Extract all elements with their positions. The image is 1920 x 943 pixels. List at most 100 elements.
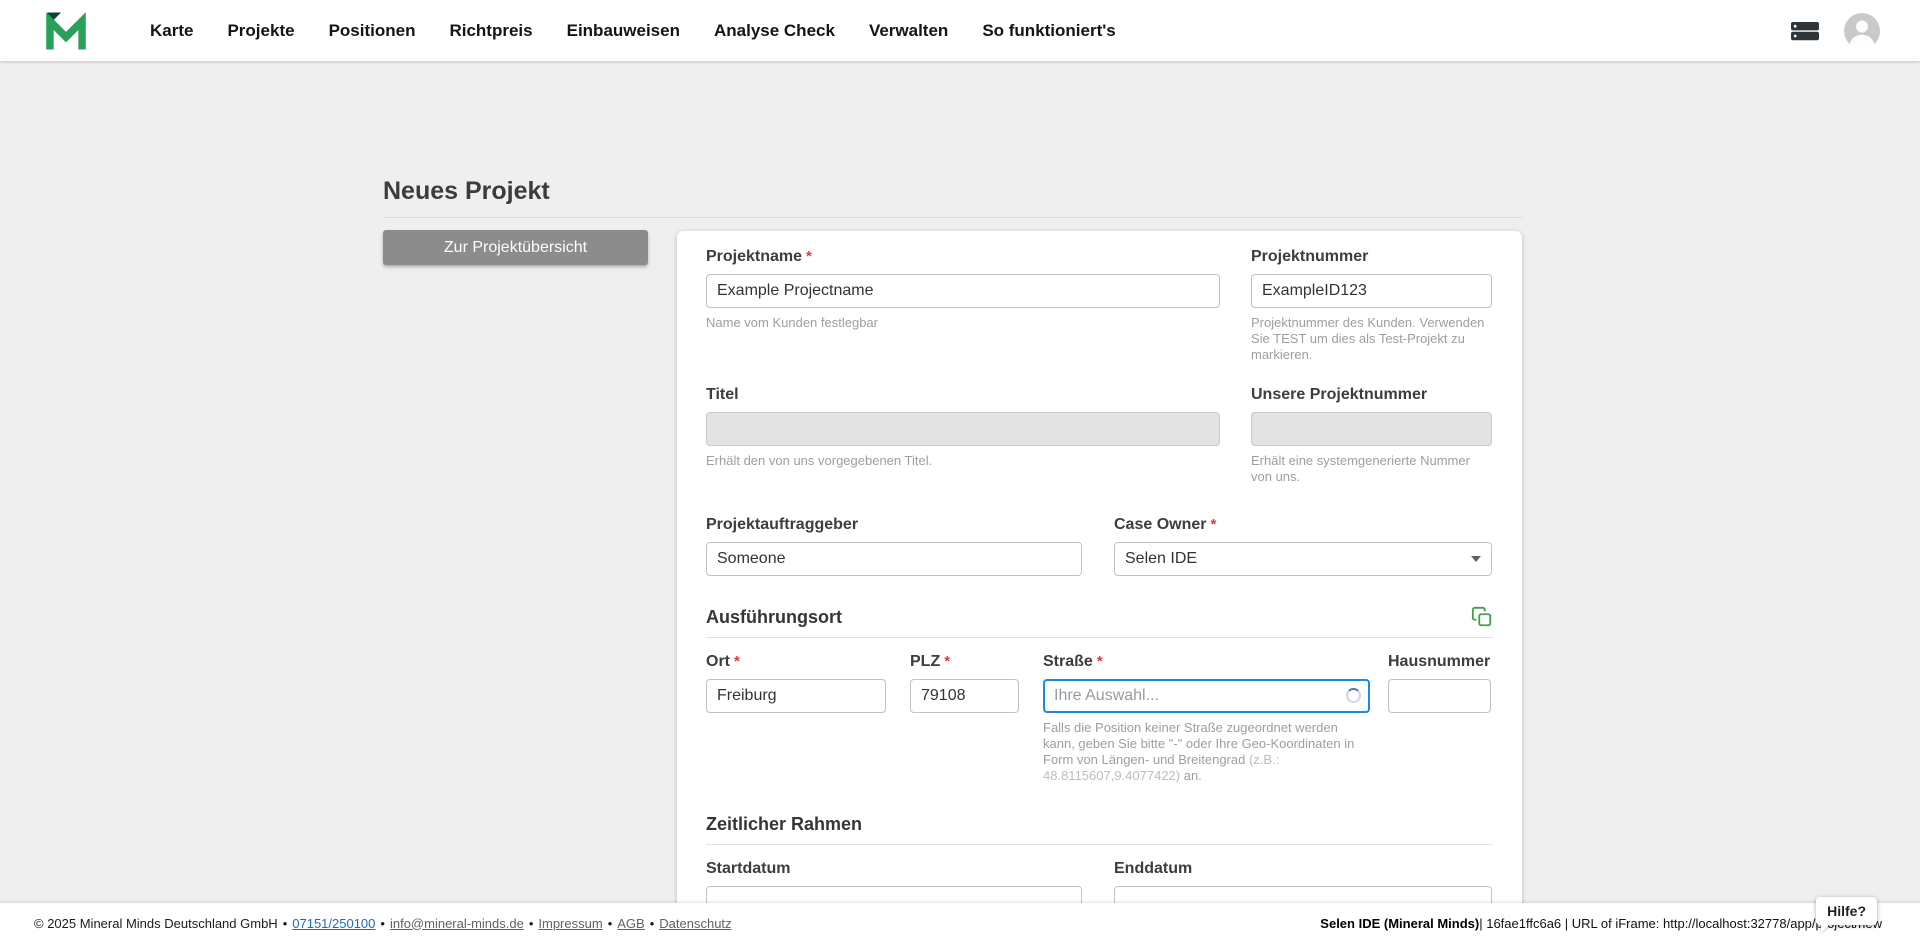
footer-copyright: © 2025 Mineral Minds Deutschland GmbH <box>34 916 278 931</box>
titel-label-text: Titel <box>706 385 739 404</box>
field-projektnummer: Projektnummer Projektnummer des Kunden. … <box>1251 247 1492 363</box>
titel-helper: Erhält den von uns vorgegebenen Titel. <box>706 453 1220 469</box>
help-button[interactable]: Hilfe? <box>1816 897 1877 925</box>
case-owner-select[interactable]: Selen IDE <box>1114 542 1492 576</box>
plz-label: PLZ * <box>910 652 1019 671</box>
projektauftraggeber-label: Projektauftraggeber <box>706 515 1082 534</box>
projektauftraggeber-label-text: Projektauftraggeber <box>706 515 858 534</box>
field-unsere-projektnummer: Unsere Projektnummer Erhält eine systemg… <box>1251 385 1492 485</box>
projektauftraggeber-input[interactable] <box>706 542 1082 576</box>
footer-session-user: Selen IDE (Mineral Minds) <box>1320 916 1479 931</box>
strasse-autocomplete-input[interactable] <box>1043 679 1370 713</box>
hausnummer-input[interactable] <box>1388 679 1491 713</box>
footer-phone-link[interactable]: 07151/250100 <box>292 916 375 931</box>
row-auftraggeber-caseowner: Projektauftraggeber Case Owner * Selen I… <box>706 515 1493 576</box>
ort-input[interactable] <box>706 679 886 713</box>
enddatum-label: Enddatum <box>1114 859 1492 878</box>
projektname-helper: Name vom Kunden festlegbar <box>706 315 1220 331</box>
startdatum-label: Startdatum <box>706 859 1082 878</box>
field-projektname: Projektname * Name vom Kunden festlegbar <box>706 247 1220 363</box>
nav-item-einbauweisen[interactable]: Einbauweisen <box>554 11 693 51</box>
required-asterisk: * <box>1210 515 1216 534</box>
footer-separator: • <box>650 916 655 931</box>
unsere-projektnummer-helper: Erhält eine systemgenerierte Nummer von … <box>1251 453 1492 485</box>
footer-session-info: Selen IDE (Mineral Minds) | 16fae1ffc6a6… <box>1320 916 1882 931</box>
nav-item-karte[interactable]: Karte <box>137 11 206 51</box>
strasse-input-wrap <box>1043 679 1370 713</box>
back-to-projects-button[interactable]: Zur Projektübersicht <box>383 230 648 265</box>
footer-datenschutz-link[interactable]: Datenschutz <box>659 916 731 931</box>
case-owner-label-text: Case Owner <box>1114 515 1206 534</box>
projektname-input[interactable] <box>706 274 1220 308</box>
required-asterisk: * <box>944 652 950 671</box>
titel-label: Titel <box>706 385 1220 404</box>
footer-impressum-link[interactable]: Impressum <box>538 916 602 931</box>
section-zeitlicher-rahmen-title: Zeitlicher Rahmen <box>706 814 862 835</box>
hausnummer-label: Hausnummer <box>1388 652 1491 671</box>
row-titel-unsere-projektnummer: Titel Erhält den von uns vorgegebenen Ti… <box>706 385 1493 485</box>
user-avatar-icon[interactable] <box>1844 13 1880 49</box>
strasse-helper-main: Falls die Position keiner Straße zugeord… <box>1043 720 1354 767</box>
nav-item-verwalten[interactable]: Verwalten <box>856 11 961 51</box>
strasse-helper: Falls die Position keiner Straße zugeord… <box>1043 720 1370 784</box>
nav-item-positionen[interactable]: Positionen <box>316 11 429 51</box>
case-owner-selected-value: Selen IDE <box>1125 550 1197 568</box>
footer-agb-link[interactable]: AGB <box>617 916 644 931</box>
field-strasse: Straße * Falls die Position keiner Straß… <box>1043 652 1370 784</box>
plz-input[interactable] <box>910 679 1019 713</box>
footer-email-link[interactable]: info@mineral-minds.de <box>390 916 524 931</box>
server-icon[interactable] <box>1790 21 1820 41</box>
main-nav: Karte Projekte Positionen Richtpreis Ein… <box>137 11 1137 51</box>
row-projektname-projektnummer: Projektname * Name vom Kunden festlegbar… <box>706 247 1493 363</box>
row-ausfuehrungsort-fields: Ort * PLZ * Straße * <box>706 652 1493 784</box>
hausnummer-label-text: Hausnummer <box>1388 652 1490 671</box>
required-asterisk: * <box>806 247 812 266</box>
field-case-owner: Case Owner * Selen IDE <box>1114 515 1492 576</box>
projektname-label: Projektname * <box>706 247 1220 266</box>
projektnummer-helper: Projektnummer des Kunden. Verwenden Sie … <box>1251 315 1492 363</box>
footer-separator: • <box>283 916 288 931</box>
page-title: Neues Projekt <box>383 177 550 206</box>
new-project-form-card: Projektname * Name vom Kunden festlegbar… <box>677 231 1522 929</box>
footer-separator: • <box>380 916 385 931</box>
required-asterisk: * <box>734 652 740 671</box>
projektnummer-label: Projektnummer <box>1251 247 1492 266</box>
projektnummer-label-text: Projektnummer <box>1251 247 1368 266</box>
field-projektauftraggeber: Projektauftraggeber <box>706 515 1082 576</box>
copy-icon[interactable] <box>1471 606 1493 628</box>
footer: © 2025 Mineral Minds Deutschland GmbH • … <box>0 903 1920 943</box>
titel-input <box>706 412 1220 446</box>
unsere-projektnummer-label-text: Unsere Projektnummer <box>1251 385 1427 404</box>
unsere-projektnummer-input <box>1251 412 1492 446</box>
navbar-right <box>1790 13 1880 49</box>
section-ausfuehrungsort-title: Ausführungsort <box>706 607 842 628</box>
main-content: Neues Projekt Zur Projektübersicht Proje… <box>0 61 1920 903</box>
plz-label-text: PLZ <box>910 652 940 671</box>
strasse-label: Straße * <box>1043 652 1370 671</box>
ort-label-text: Ort <box>706 652 730 671</box>
required-asterisk: * <box>1097 652 1103 671</box>
projektname-label-text: Projektname <box>706 247 802 266</box>
field-titel: Titel Erhält den von uns vorgegebenen Ti… <box>706 385 1220 485</box>
footer-left: © 2025 Mineral Minds Deutschland GmbH • … <box>34 916 732 931</box>
field-ort: Ort * <box>706 652 886 784</box>
field-plz: PLZ * <box>910 652 1019 784</box>
nav-item-so-funktionierts[interactable]: So funktioniert's <box>969 11 1128 51</box>
nav-item-richtpreis[interactable]: Richtpreis <box>436 11 545 51</box>
section-divider <box>706 844 1493 845</box>
nav-item-analyse-check[interactable]: Analyse Check <box>701 11 848 51</box>
unsere-projektnummer-label: Unsere Projektnummer <box>1251 385 1492 404</box>
ort-label: Ort * <box>706 652 886 671</box>
help-button-label: Hilfe? <box>1827 903 1866 919</box>
top-navbar: Karte Projekte Positionen Richtpreis Ein… <box>0 0 1920 61</box>
strasse-helper-suffix: an. <box>1180 768 1202 783</box>
section-divider <box>706 637 1493 638</box>
section-zeitlicher-rahmen: Zeitlicher Rahmen <box>706 814 1493 835</box>
nav-item-projekte[interactable]: Projekte <box>214 11 307 51</box>
field-hausnummer: Hausnummer <box>1388 652 1491 784</box>
mineral-minds-logo[interactable] <box>45 11 87 51</box>
projektnummer-input[interactable] <box>1251 274 1492 308</box>
footer-separator: • <box>608 916 613 931</box>
loading-spinner-icon <box>1346 688 1361 703</box>
footer-separator: • <box>529 916 534 931</box>
